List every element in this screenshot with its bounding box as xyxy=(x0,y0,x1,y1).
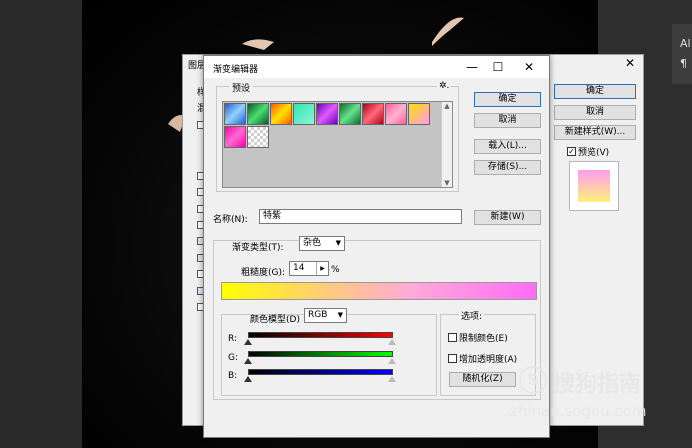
color-model-select[interactable]: RGB ▼ xyxy=(304,308,347,323)
gradient-type-label: 渐变类型(T): xyxy=(232,243,284,253)
blue-max-handle[interactable] xyxy=(388,376,396,382)
green-channel-slider[interactable] xyxy=(248,351,393,357)
scroll-up-icon[interactable]: ▲ xyxy=(442,102,452,110)
dancer-hand-right xyxy=(432,17,464,46)
add-transparency-option[interactable]: 增加透明度(A) xyxy=(448,352,517,365)
roughness-input[interactable]: 14 ▶ xyxy=(289,261,329,276)
add-transparency-label: 增加透明度(A) xyxy=(459,355,518,365)
restrict-colors-option[interactable]: 限制颜色(E) xyxy=(448,331,508,344)
channel-r-label: R: xyxy=(228,334,238,344)
color-model-label: 颜色模型(D) xyxy=(250,315,300,325)
preset-swatch[interactable] xyxy=(270,103,292,125)
preview-swatch xyxy=(578,170,610,202)
side-strip-text: Al xyxy=(680,37,691,50)
watermark-url: zhinan.sogou.com xyxy=(510,402,647,420)
options-label: 选项: xyxy=(459,309,485,322)
watermark-text: 搜狗指南 xyxy=(553,372,642,397)
preset-swatch[interactable] xyxy=(247,126,269,148)
preset-scrollbar[interactable]: ▲ ▼ xyxy=(441,102,452,187)
preset-swatch[interactable] xyxy=(362,103,384,125)
chevron-down-icon: ▼ xyxy=(335,239,341,247)
title-bar[interactable]: 渐变编辑器 — ☐ ✕ xyxy=(204,56,549,78)
green-min-handle[interactable] xyxy=(244,358,252,364)
preview-label: 预览(V) xyxy=(578,148,610,158)
load-button[interactable]: 载入(L)... xyxy=(474,139,541,154)
maximize-icon[interactable]: ☐ xyxy=(486,58,510,76)
app-background-left xyxy=(0,0,82,448)
cancel-button[interactable]: 取消 xyxy=(474,113,541,128)
red-min-handle[interactable] xyxy=(244,339,252,345)
save-button[interactable]: 存储(S)... xyxy=(474,160,541,175)
preset-swatch[interactable] xyxy=(385,103,407,125)
add-transparency-checkbox[interactable] xyxy=(448,354,457,363)
chevron-right-icon[interactable]: ▶ xyxy=(316,262,328,275)
gear-icon[interactable]: ✲. xyxy=(437,81,452,91)
channel-g-label: G: xyxy=(228,353,239,363)
blue-min-handle[interactable] xyxy=(244,376,252,382)
channel-b-label: B: xyxy=(228,371,238,381)
green-max-handle[interactable] xyxy=(388,358,396,364)
preset-swatch[interactable] xyxy=(408,103,430,125)
blue-channel-slider[interactable] xyxy=(248,369,393,375)
color-model-value: RGB xyxy=(308,310,328,320)
dancer-hand-left xyxy=(242,39,274,50)
red-max-handle[interactable] xyxy=(388,339,396,345)
style-preview xyxy=(569,161,619,211)
preset-swatch-grid: ▲ ▼ xyxy=(222,101,453,188)
layer-style-ok-button[interactable]: 确定 xyxy=(554,84,636,99)
chevron-down-icon: ▼ xyxy=(337,311,343,319)
roughness-value: 14 xyxy=(293,263,305,273)
sogou-logo-icon: S xyxy=(519,366,547,394)
restrict-colors-label: 限制颜色(E) xyxy=(459,334,508,344)
preset-swatch[interactable] xyxy=(247,103,269,125)
side-strip[interactable]: Al ¶ xyxy=(672,24,692,84)
preset-swatch[interactable] xyxy=(316,103,338,125)
presets-group: 预设 ✲. ▲ ▼ xyxy=(216,81,459,192)
paragraph-icon: ¶ xyxy=(680,57,687,70)
new-style-button[interactable]: 新建样式(W)... xyxy=(554,125,636,140)
dialog-title: 渐变编辑器 xyxy=(213,65,259,75)
restrict-colors-checkbox[interactable] xyxy=(448,333,457,342)
gradient-type-value: 杂色 xyxy=(303,238,322,248)
close-icon[interactable]: ✕ xyxy=(625,56,635,70)
close-icon[interactable]: ✕ xyxy=(517,58,541,76)
gradient-type-select[interactable]: 杂色 ▼ xyxy=(299,236,345,251)
scroll-down-icon[interactable]: ▼ xyxy=(442,179,452,187)
minimize-icon[interactable]: — xyxy=(460,58,484,76)
preview-toggle[interactable]: ✓ 预览(V) xyxy=(567,145,609,158)
name-input[interactable]: 特紫 xyxy=(259,209,462,224)
name-label: 名称(N): xyxy=(213,215,248,225)
red-channel-slider[interactable] xyxy=(248,332,393,338)
presets-label: 预设 xyxy=(229,81,254,94)
gradient-preview-bar xyxy=(221,282,537,300)
randomize-button[interactable]: 随机化(Z) xyxy=(449,372,516,387)
preview-checkbox[interactable]: ✓ xyxy=(567,147,576,156)
preset-swatch[interactable] xyxy=(339,103,361,125)
gradient-editor-dialog: 渐变编辑器 — ☐ ✕ 预设 ✲. ▲ ▼ 确定 取消 载入(L)... 存储(… xyxy=(203,55,550,438)
roughness-label: 粗糙度(G): xyxy=(241,268,286,278)
roughness-unit: % xyxy=(331,265,340,275)
preset-swatch[interactable] xyxy=(293,103,315,125)
layer-style-cancel-button[interactable]: 取消 xyxy=(554,105,636,120)
new-gradient-button[interactable]: 新建(W) xyxy=(474,210,541,225)
preset-swatch[interactable] xyxy=(224,103,246,125)
preset-swatch[interactable] xyxy=(224,126,246,148)
ok-button[interactable]: 确定 xyxy=(474,92,541,107)
